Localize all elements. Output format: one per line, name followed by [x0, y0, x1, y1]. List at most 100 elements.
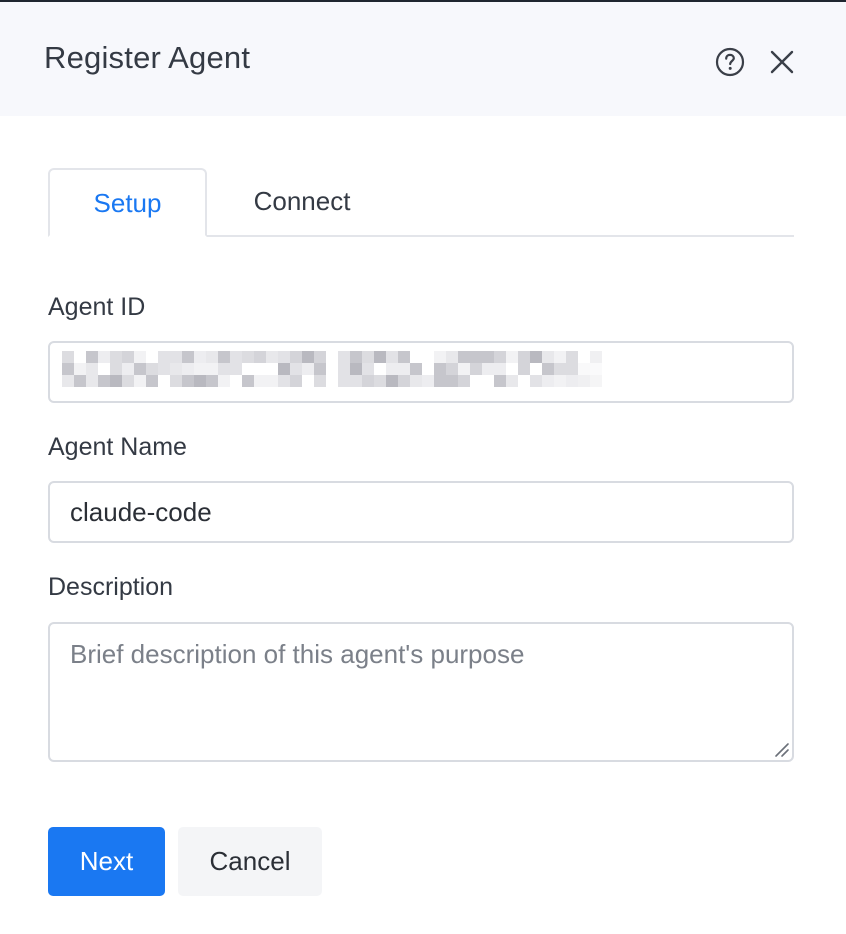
redaction-pixel — [362, 363, 374, 375]
redaction-pixel — [578, 363, 590, 375]
redaction-pixel — [266, 375, 278, 387]
redaction-pixel — [254, 351, 266, 363]
redaction-pixel — [434, 351, 446, 363]
redaction-pixel — [86, 363, 98, 375]
redaction-pixel — [218, 375, 230, 387]
redaction-pixel — [146, 375, 158, 387]
redaction-pixel — [98, 351, 110, 363]
redaction-pixel — [206, 363, 218, 375]
close-icon[interactable] — [766, 46, 798, 78]
redaction-pixel — [110, 375, 122, 387]
redaction-pixel — [266, 351, 278, 363]
redaction-pixel — [350, 351, 362, 363]
next-button[interactable]: Next — [48, 827, 165, 896]
redaction-pixel — [506, 351, 518, 363]
help-icon[interactable] — [714, 46, 746, 78]
redaction-pixel — [458, 375, 470, 387]
redaction-pixel — [350, 363, 362, 375]
redaction-pixel — [566, 375, 578, 387]
redaction-pixel — [194, 363, 206, 375]
redaction-pixel — [542, 363, 554, 375]
tab-bar: Setup Connect — [48, 168, 794, 237]
dialog-header: Register Agent — [0, 2, 846, 116]
redaction-pixel — [470, 351, 482, 363]
redaction-pixel — [386, 375, 398, 387]
redaction-pixel — [314, 351, 326, 363]
redaction-pixel — [170, 363, 182, 375]
register-agent-dialog: Register Agent Setup Connect Agent ID Ag… — [0, 0, 846, 934]
redaction-pixel — [290, 375, 302, 387]
redaction-pixel — [398, 363, 410, 375]
description-textarea[interactable] — [48, 622, 794, 762]
redaction-pixel — [374, 375, 386, 387]
agent-name-label: Agent Name — [48, 433, 187, 461]
redaction-pixel — [446, 363, 458, 375]
redaction-pixel — [350, 375, 362, 387]
redaction-pixel — [278, 375, 290, 387]
redaction-pixel — [542, 351, 554, 363]
redaction-pixel — [458, 363, 470, 375]
tab-setup[interactable]: Setup — [48, 168, 207, 237]
redaction-pixel — [242, 375, 254, 387]
redaction-pixel — [74, 375, 86, 387]
redaction-pixel — [338, 375, 350, 387]
redaction-pixel — [182, 375, 194, 387]
redaction-pixel — [338, 351, 350, 363]
redaction-pixel — [218, 351, 230, 363]
agent-id-label: Agent ID — [48, 293, 146, 321]
redaction-pixel — [410, 375, 422, 387]
redaction-pixel — [530, 351, 542, 363]
redaction-pixel — [410, 363, 422, 375]
redaction-pixel — [530, 375, 542, 387]
redaction-pixel — [110, 351, 122, 363]
redaction-pixel — [314, 363, 326, 375]
redaction-pixel — [170, 375, 182, 387]
redaction-pixel — [494, 363, 506, 375]
redaction-pixel — [230, 363, 242, 375]
redaction-pixel — [62, 375, 74, 387]
redaction-pixel — [590, 363, 602, 375]
redaction-pixel — [158, 363, 170, 375]
tab-connect[interactable]: Connect — [222, 168, 382, 237]
description-label: Description — [48, 573, 174, 601]
redaction-pixel — [482, 351, 494, 363]
redaction-pixel — [434, 363, 446, 375]
redaction-pixel — [314, 375, 326, 387]
redaction-pixel — [446, 351, 458, 363]
redaction-pixel — [338, 363, 350, 375]
redaction-pixel — [122, 375, 134, 387]
redaction-pixel — [170, 351, 182, 363]
redaction-pixel — [278, 363, 290, 375]
redaction-pixel — [62, 351, 74, 363]
redaction-pixel — [146, 363, 158, 375]
redaction-pixel — [398, 375, 410, 387]
redaction-pixel — [386, 351, 398, 363]
resize-handle-icon[interactable] — [772, 740, 790, 758]
redaction-pixel — [518, 363, 530, 375]
redaction-pixel — [554, 351, 566, 363]
agent-name-input[interactable] — [48, 481, 794, 543]
redaction-pixel — [302, 351, 314, 363]
cancel-button[interactable]: Cancel — [178, 827, 322, 896]
redaction-pixel — [506, 375, 518, 387]
redaction-pixel — [302, 363, 314, 375]
redaction-pixel — [122, 351, 134, 363]
redaction-pixel — [518, 351, 530, 363]
redaction-pixel — [458, 351, 470, 363]
redaction-pixel — [446, 375, 458, 387]
redaction-pixel — [218, 363, 230, 375]
redaction-pixel — [566, 351, 578, 363]
redaction-pixel — [254, 375, 266, 387]
redaction-pixel — [206, 375, 218, 387]
redaction-pixel — [494, 351, 506, 363]
redaction-pixel — [74, 363, 86, 375]
redaction-pixel — [566, 363, 578, 375]
redaction-pixel — [578, 375, 590, 387]
redaction-pixel — [62, 363, 74, 375]
redaction-pixel — [182, 363, 194, 375]
redaction-pixel — [542, 375, 554, 387]
redaction-pixel — [230, 351, 242, 363]
redaction-pixel — [362, 351, 374, 363]
redaction-pixel — [590, 375, 602, 387]
redaction-pixel — [110, 363, 122, 375]
